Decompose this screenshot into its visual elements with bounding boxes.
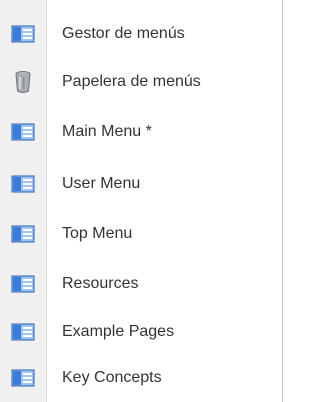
menu-item-label: Gestor de menús — [62, 25, 185, 42]
menu-icon — [0, 210, 46, 258]
menu-item-example-pages[interactable]: Example Pages — [0, 308, 283, 356]
menu-icon — [0, 108, 46, 156]
menu-item-label: Resources — [62, 275, 139, 292]
menu-item-label: Example Pages — [62, 323, 175, 340]
menu-item-label: Papelera de menús — [62, 73, 201, 90]
menu-item-user-menu[interactable]: User Menu — [0, 160, 283, 208]
menu-item-top-menu[interactable]: Top Menu — [0, 210, 283, 258]
menu-item-key-concepts[interactable]: Key Concepts — [0, 354, 283, 402]
menu-icon — [0, 308, 46, 356]
menu-item-menu-manager[interactable]: Gestor de menús — [0, 10, 283, 58]
trash-icon — [0, 58, 46, 106]
menu-manager-icon — [0, 10, 46, 58]
menu-item-main-menu[interactable]: Main Menu * — [0, 108, 283, 156]
dropdown-menu: Gestor de menús Papelera de menús Main M… — [0, 0, 283, 402]
menu-icon — [0, 160, 46, 208]
menu-item-label: Main Menu * — [62, 123, 152, 140]
menu-item-resources[interactable]: Resources — [0, 260, 283, 308]
menu-icon — [0, 354, 46, 402]
menu-item-label: User Menu — [62, 175, 141, 192]
menu-item-label: Top Menu — [62, 225, 133, 242]
menu-item-menu-trash[interactable]: Papelera de menús — [0, 58, 283, 106]
menu-item-label: Key Concepts — [62, 369, 162, 386]
menu-icon — [0, 260, 46, 308]
